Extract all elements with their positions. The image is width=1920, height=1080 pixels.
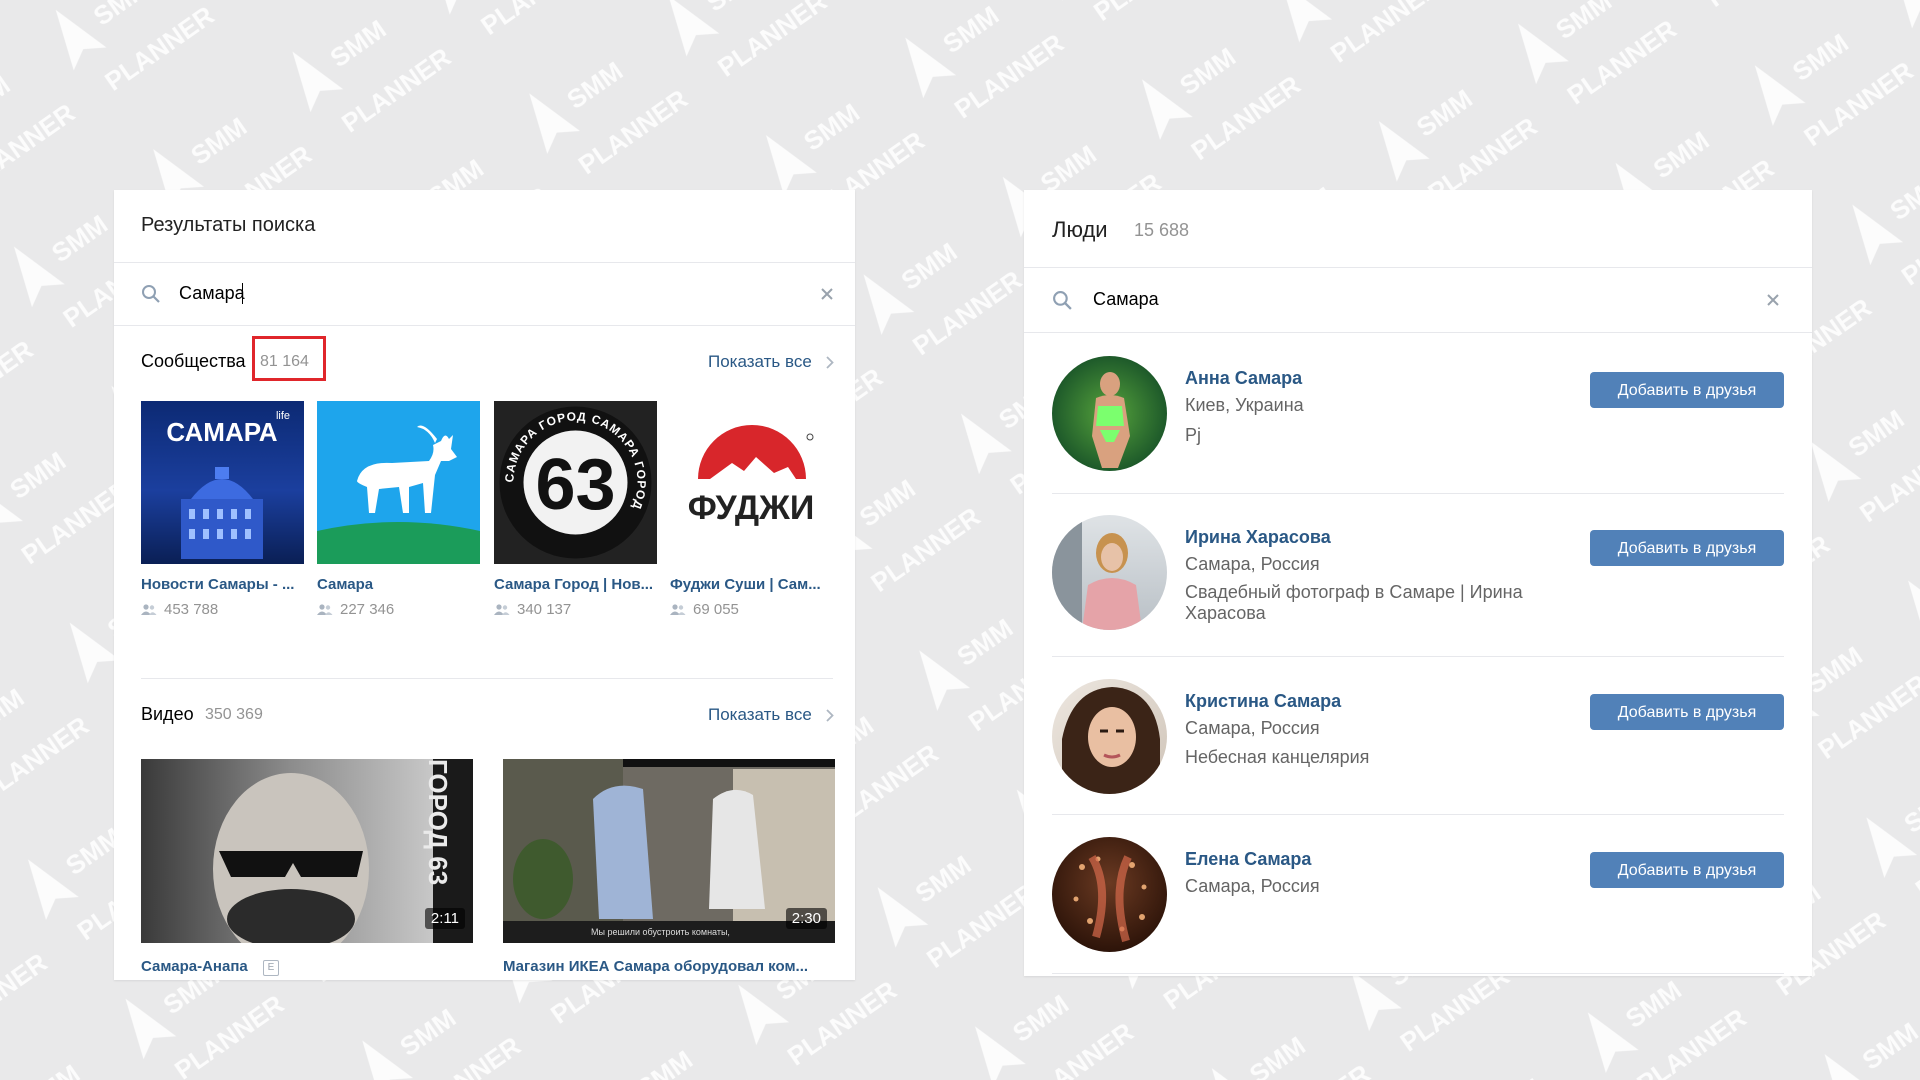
video-thumbnail[interactable]: ГОРОД 63 2:11: [141, 759, 473, 943]
person-name[interactable]: Анна Самара: [1185, 368, 1302, 389]
search-icon: [1052, 290, 1073, 311]
community-members: 69 055: [693, 601, 739, 618]
add-friend-button[interactable]: Добавить в друзья: [1590, 694, 1784, 730]
divider: [114, 325, 855, 326]
avatar[interactable]: [1052, 515, 1167, 630]
community-members: 227 346: [340, 601, 395, 618]
person-location: Киев, Украина: [1185, 395, 1304, 415]
person-name[interactable]: Кристина Самара: [1185, 691, 1341, 712]
add-friend-button[interactable]: Добавить в друзья: [1590, 372, 1784, 408]
avatar[interactable]: [1052, 356, 1167, 471]
divider: [1024, 332, 1812, 333]
videos-count: 350 369: [205, 706, 263, 723]
highlight-box: [252, 336, 326, 381]
community-name[interactable]: Новости Самары - ...: [141, 576, 304, 593]
community-members: 340 137: [517, 601, 572, 618]
video-thumbnail[interactable]: Мы решили обустроить комнаты, 2:30: [503, 759, 835, 943]
person-description: Небесная канцелярия: [1185, 747, 1370, 767]
members-icon: [670, 603, 686, 621]
avatar[interactable]: [1052, 837, 1167, 952]
divider: [1052, 814, 1784, 815]
search-input[interactable]: Самара: [179, 283, 245, 304]
divider: [1052, 656, 1784, 657]
members-icon: [141, 603, 157, 621]
community-name[interactable]: Фуджи Суши | Сам...: [670, 576, 833, 593]
person-location: Самара, Россия: [1185, 876, 1320, 896]
people-count: 15 688: [1134, 220, 1190, 240]
overlay-label: ГОРОД 63: [423, 759, 453, 885]
videos-show-all-link[interactable]: Показать все: [708, 705, 812, 725]
search-icon: [141, 284, 161, 304]
add-friend-button[interactable]: Добавить в друзья: [1590, 530, 1784, 566]
search-bar: Самара: [114, 263, 855, 325]
communities-label: Сообщества: [141, 351, 246, 371]
community-members: 453 788: [164, 601, 219, 618]
person-description: Pj: [1185, 425, 1202, 445]
search-input[interactable]: Самара: [1093, 289, 1159, 310]
chevron-right-icon: [826, 709, 834, 727]
people-panel: Люди 15 688 Самара Анна Самара Киев, Укр…: [1024, 190, 1812, 976]
video-title[interactable]: Самара-Анапа: [141, 958, 261, 975]
thumb-label: ФУДЖИ: [688, 489, 815, 527]
video-duration: 2:30: [785, 908, 827, 929]
close-icon[interactable]: [820, 287, 834, 301]
video-badge: E: [263, 960, 279, 976]
video-title[interactable]: Магазин ИКЕА Самара оборудовал ком...: [503, 958, 835, 975]
members-icon: [494, 603, 510, 621]
text-caret: [242, 283, 243, 304]
person-location: Самара, Россия: [1185, 718, 1320, 738]
person-description: Свадебный фотограф в Самаре | Ирина Хара…: [1185, 582, 1523, 623]
avatar[interactable]: [1052, 679, 1167, 794]
video-duration: 2:11: [424, 908, 465, 929]
videos-label: Видео: [141, 704, 194, 724]
search-results-panel: Результаты поиска Самара Сообщества 81 1…: [114, 190, 855, 980]
person-location: Самара, Россия: [1185, 554, 1320, 574]
divider: [1052, 493, 1784, 494]
divider: [141, 678, 833, 679]
thumb-label: 63: [535, 445, 615, 525]
community-thumbnail[interactable]: ФУДЖИ: [670, 401, 833, 564]
page-title: Результаты поиска: [141, 214, 316, 236]
community-thumbnail[interactable]: САМАРА life: [141, 401, 304, 564]
search-bar: Самара: [1024, 268, 1812, 332]
divider: [1052, 973, 1784, 974]
person-name[interactable]: Ирина Харасова: [1185, 527, 1331, 548]
chevron-right-icon: [826, 356, 834, 374]
person-name[interactable]: Елена Самара: [1185, 849, 1311, 870]
community-name[interactable]: Самара: [317, 576, 480, 593]
community-thumbnail[interactable]: [317, 401, 480, 564]
add-friend-button[interactable]: Добавить в друзья: [1590, 852, 1784, 888]
thumb-sublabel: life: [276, 410, 290, 422]
community-name[interactable]: Самара Город | Нов...: [494, 576, 657, 593]
video-subtitle: Мы решили обустроить комнаты,: [591, 927, 730, 937]
members-icon: [317, 603, 333, 621]
close-icon[interactable]: [1766, 293, 1780, 307]
communities-show-all-link[interactable]: Показать все: [708, 352, 812, 372]
community-thumbnail[interactable]: САМАРА ГОРОД САМАРА ГОРОД 63: [494, 401, 657, 564]
page-title: Люди: [1052, 217, 1108, 242]
thumb-label: САМАРА: [166, 417, 277, 447]
